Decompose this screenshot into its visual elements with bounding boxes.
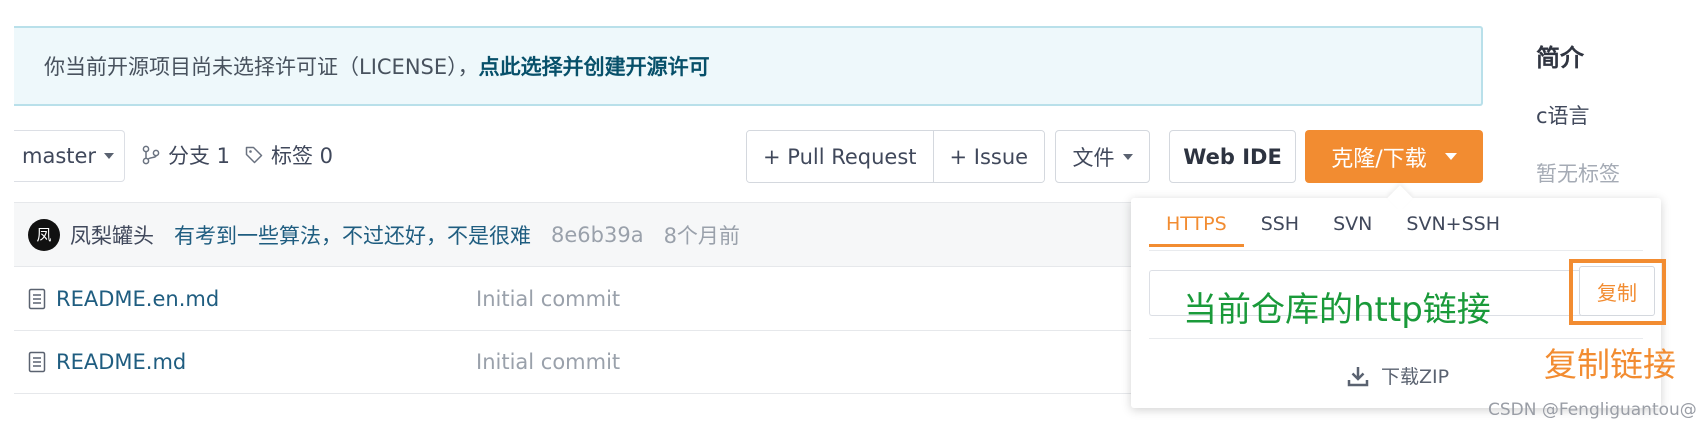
sidebar-title: 简介 — [1536, 44, 1584, 72]
file-name: README.en.md — [56, 287, 220, 311]
sidebar-tags: 暂无标签 — [1536, 162, 1620, 186]
file-row: README.md Initial commit — [14, 331, 1144, 394]
files-button-label: 文件 — [1072, 145, 1115, 170]
sidebar-description: c语言 — [1536, 104, 1590, 128]
annotation-highlight-box — [1569, 259, 1666, 325]
annotation-url-label: 当前仓库的http链接 — [1183, 290, 1491, 330]
tabs-divider — [1149, 250, 1643, 251]
file-row: README.en.md Initial commit — [14, 268, 1144, 331]
download-zip-link[interactable]: 下载ZIP — [1347, 362, 1449, 389]
clone-download-label: 克隆/下载 — [1331, 146, 1427, 172]
latest-commit-row: 凤 凤梨罐头 有考到一些算法，不过还好，不是很难 8e6b39a 8个月前 — [14, 202, 1144, 267]
create-license-link[interactable]: 点此选择并创建开源许可 — [479, 51, 710, 81]
tab-svn[interactable]: SVN — [1316, 213, 1389, 247]
download-icon — [1347, 366, 1369, 386]
pr-issue-group: + Pull Request + Issue — [746, 130, 1046, 183]
tab-svn-ssh[interactable]: SVN+SSH — [1389, 213, 1517, 247]
commit-time: 8个月前 — [663, 223, 740, 248]
license-notice-text: 你当前开源项目尚未选择许可证（LICENSE）， — [44, 55, 479, 79]
commit-message[interactable]: 有考到一些算法，不过还好，不是很难 — [174, 220, 531, 250]
commit-sha[interactable]: 8e6b39a — [551, 223, 644, 247]
commit-author[interactable]: 凤梨罐头 — [70, 220, 154, 250]
file-name: README.md — [56, 350, 187, 374]
pull-request-button[interactable]: + Pull Request — [747, 131, 933, 182]
files-dropdown-button[interactable]: 文件 — [1055, 130, 1150, 183]
watermark: CSDN @Fengliguantou@ — [1488, 400, 1697, 420]
branch-select-label: master — [22, 144, 97, 168]
chevron-down-icon — [1444, 153, 1457, 160]
download-zip-label: 下载ZIP — [1381, 366, 1450, 388]
annotation-copy-label: 复制链接 — [1544, 345, 1676, 384]
tag-icon — [245, 146, 263, 164]
issue-button[interactable]: + Issue — [932, 131, 1045, 182]
tags-count: 标签 0 — [271, 144, 334, 168]
branch-select[interactable]: master — [14, 130, 125, 182]
branch-icon — [142, 145, 160, 165]
dropdown-arrow — [1387, 185, 1413, 211]
chevron-down-icon — [104, 153, 115, 159]
branches-count: 分支 1 — [168, 144, 231, 168]
clone-download-button[interactable]: 克隆/下载 — [1305, 130, 1483, 183]
branches-link[interactable]: 分支 1 — [142, 140, 230, 170]
tags-link[interactable]: 标签 0 — [245, 140, 333, 170]
avatar[interactable]: 凤 — [28, 218, 60, 251]
web-ide-button[interactable]: Web IDE — [1169, 130, 1296, 183]
tab-https[interactable]: HTTPS — [1149, 213, 1244, 247]
file-link[interactable]: README.md — [14, 350, 476, 374]
file-last-commit[interactable]: Initial commit — [476, 287, 620, 311]
protocol-tabs: HTTPS SSH SVN SVN+SSH — [1149, 213, 1517, 247]
chevron-down-icon — [1122, 153, 1133, 160]
tab-ssh[interactable]: SSH — [1244, 213, 1316, 247]
file-icon — [28, 351, 46, 373]
license-notice: 你当前开源项目尚未选择许可证（LICENSE）， 点此选择并创建开源许可 — [14, 26, 1483, 106]
file-link[interactable]: README.en.md — [14, 287, 476, 311]
file-icon — [28, 288, 46, 310]
file-last-commit[interactable]: Initial commit — [476, 350, 620, 374]
